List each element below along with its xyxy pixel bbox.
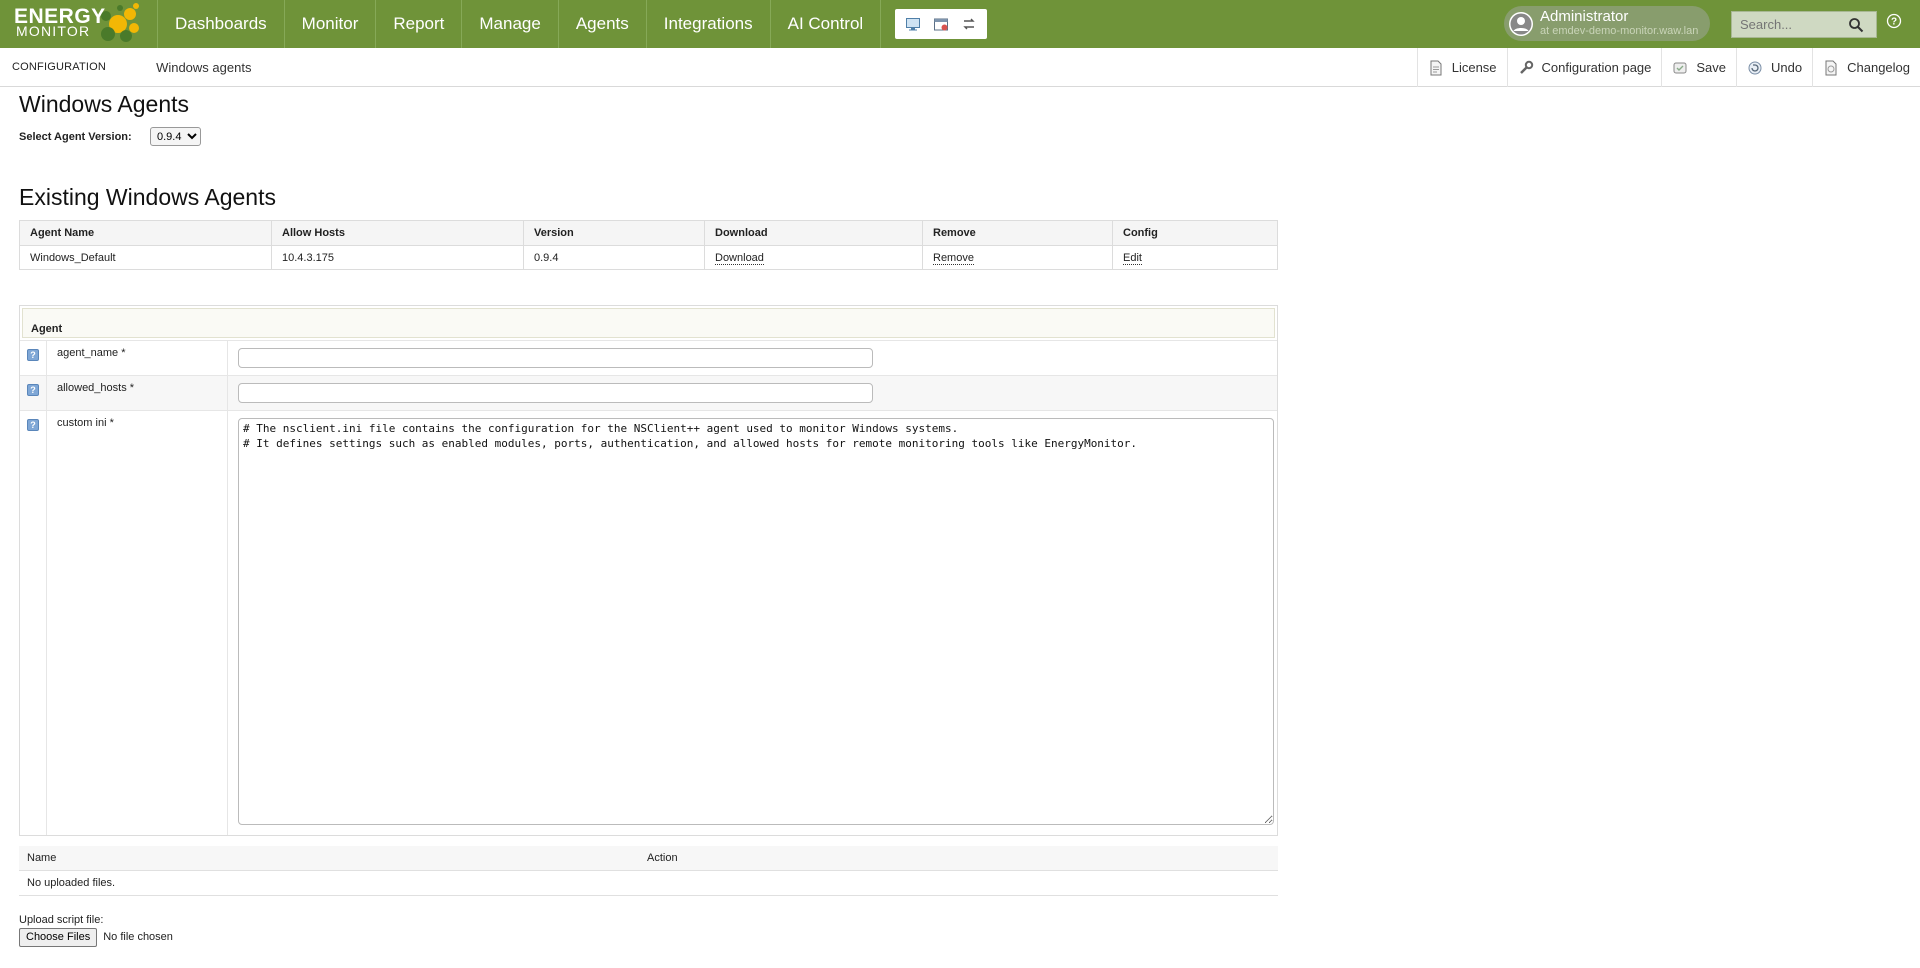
user-menu[interactable]: Administrator at emdev-demo-monitor.waw.… bbox=[1504, 6, 1710, 41]
breadcrumb-page: Windows agents bbox=[156, 59, 252, 75]
configuration-page-label: Configuration page bbox=[1541, 60, 1652, 75]
agent-name-label: agent_name * bbox=[47, 341, 228, 375]
nav-agents[interactable]: Agents bbox=[559, 0, 647, 48]
help-icon[interactable]: ? bbox=[1886, 13, 1902, 29]
column-header: Action bbox=[639, 846, 1278, 870]
save-label: Save bbox=[1696, 60, 1727, 75]
license-button[interactable]: License bbox=[1416, 48, 1507, 87]
nav-report[interactable]: Report bbox=[376, 0, 463, 48]
wrench-icon bbox=[1518, 60, 1534, 76]
changelog-icon bbox=[1823, 60, 1839, 76]
help-question-icon[interactable]: ? bbox=[27, 349, 39, 361]
agent-form-title: Agent bbox=[22, 308, 1275, 338]
column-header: Agent Name bbox=[19, 220, 272, 246]
save-button[interactable]: Save bbox=[1661, 48, 1736, 87]
allowed-hosts-row: ? allowed_hosts * bbox=[20, 375, 1277, 410]
existing-agents-table: Agent Name Allow Hosts Version Download … bbox=[19, 220, 1278, 270]
download-cell: Download bbox=[704, 245, 923, 270]
upload-label: Upload script file: bbox=[19, 913, 104, 926]
agent-version-select[interactable]: 0.9.4 bbox=[150, 127, 201, 146]
user-name: Administrator bbox=[1540, 7, 1629, 25]
user-avatar-icon bbox=[1509, 11, 1533, 36]
custom-ini-label: custom ini * bbox=[47, 411, 228, 835]
agent-form: Agent ? agent_name * ? allowed_hosts * ?… bbox=[19, 305, 1278, 836]
nav-manage[interactable]: Manage bbox=[462, 0, 559, 48]
choose-files-button[interactable]: Choose Files bbox=[19, 927, 98, 947]
help-question-icon[interactable]: ? bbox=[27, 419, 39, 431]
remove-cell: Remove bbox=[922, 245, 1113, 270]
allow-hosts-cell: 10.4.3.175 bbox=[271, 245, 524, 270]
user-host: at emdev-demo-monitor.waw.lan bbox=[1540, 24, 1699, 37]
version-cell: 0.9.4 bbox=[523, 245, 705, 270]
breadcrumb-section[interactable]: CONFIGURATION bbox=[0, 61, 106, 73]
changelog-button[interactable]: Changelog bbox=[1812, 48, 1920, 87]
main-content: Windows Agents Select Agent Version: 0.9… bbox=[19, 87, 1279, 947]
agent-version-row: Select Agent Version: 0.9.4 bbox=[19, 127, 1279, 146]
agent-name-input[interactable] bbox=[238, 348, 873, 368]
existing-agents-title: Existing Windows Agents bbox=[19, 184, 276, 210]
column-header: Name bbox=[19, 846, 639, 870]
page-actions: License Configuration page Save Undo Cha… bbox=[1416, 48, 1920, 87]
uploaded-files-table: Name Action No uploaded files. bbox=[19, 846, 1278, 896]
help-question-icon[interactable]: ? bbox=[27, 384, 39, 396]
save-icon bbox=[1672, 60, 1688, 76]
nav-dashboards[interactable]: Dashboards bbox=[158, 0, 285, 48]
download-link[interactable]: Download bbox=[715, 251, 764, 265]
agent-version-label: Select Agent Version: bbox=[19, 130, 132, 143]
energy-monitor-logo[interactable]: ENERGY MONITOR bbox=[0, 0, 158, 48]
remove-link[interactable]: Remove bbox=[933, 251, 974, 265]
column-header: Download bbox=[704, 220, 923, 246]
column-header: Remove bbox=[922, 220, 1113, 246]
breadcrumb-bar: CONFIGURATION Windows agents License Con… bbox=[0, 48, 1920, 87]
table-row: Windows_Default 10.4.3.175 0.9.4 Downloa… bbox=[19, 245, 1278, 270]
logo-text: ENERGY MONITOR bbox=[14, 5, 106, 39]
calendar-icon[interactable] bbox=[931, 14, 951, 34]
logo-line-1: ENERGY bbox=[14, 5, 106, 28]
undo-icon bbox=[1747, 60, 1763, 76]
search-icon[interactable] bbox=[1844, 13, 1868, 37]
document-icon bbox=[1428, 60, 1444, 76]
agent-name-cell: Windows_Default bbox=[19, 245, 272, 270]
license-label: License bbox=[1451, 60, 1497, 75]
edit-link[interactable]: Edit bbox=[1123, 251, 1142, 265]
undo-label: Undo bbox=[1771, 60, 1803, 75]
nav-monitor[interactable]: Monitor bbox=[285, 0, 377, 48]
page-title: Windows Agents bbox=[19, 91, 190, 117]
allowed-hosts-label: allowed_hosts * bbox=[47, 376, 228, 410]
search-box bbox=[1731, 11, 1877, 38]
changelog-label: Changelog bbox=[1847, 60, 1910, 75]
quick-tools bbox=[895, 9, 988, 39]
agent-name-row: ? agent_name * bbox=[20, 340, 1277, 375]
upload-section: Upload script file: Choose Files No file… bbox=[19, 914, 1279, 947]
allowed-hosts-input[interactable] bbox=[238, 383, 873, 403]
switch-icon[interactable] bbox=[959, 14, 979, 34]
logo-dots-icon bbox=[101, 3, 139, 42]
search-input[interactable] bbox=[1732, 12, 1844, 37]
custom-ini-textarea[interactable]: # The nsclient.ini file contains the con… bbox=[238, 418, 1274, 825]
table-row: No uploaded files. bbox=[19, 869, 1278, 896]
custom-ini-row: ? custom ini * # The nsclient.ini file c… bbox=[20, 410, 1277, 835]
column-header: Allow Hosts bbox=[271, 220, 524, 246]
nav-ai-control[interactable]: AI Control bbox=[771, 0, 882, 48]
config-cell: Edit bbox=[1112, 245, 1278, 270]
undo-button[interactable]: Undo bbox=[1736, 48, 1812, 87]
svg-text:?: ? bbox=[1891, 17, 1897, 28]
table-header-row: Name Action bbox=[19, 846, 1278, 870]
column-header: Version bbox=[523, 220, 705, 246]
column-header: Config bbox=[1112, 220, 1278, 246]
top-navigation-bar: ENERGY MONITOR Dashboards Monitor Report… bbox=[0, 0, 1920, 48]
configuration-page-button[interactable]: Configuration page bbox=[1506, 48, 1662, 87]
nav-integrations[interactable]: Integrations bbox=[647, 0, 771, 48]
monitor-icon[interactable] bbox=[903, 14, 923, 34]
file-status: No file chosen bbox=[103, 931, 173, 943]
no-files-message: No uploaded files. bbox=[19, 869, 1278, 896]
table-header-row: Agent Name Allow Hosts Version Download … bbox=[19, 220, 1278, 246]
